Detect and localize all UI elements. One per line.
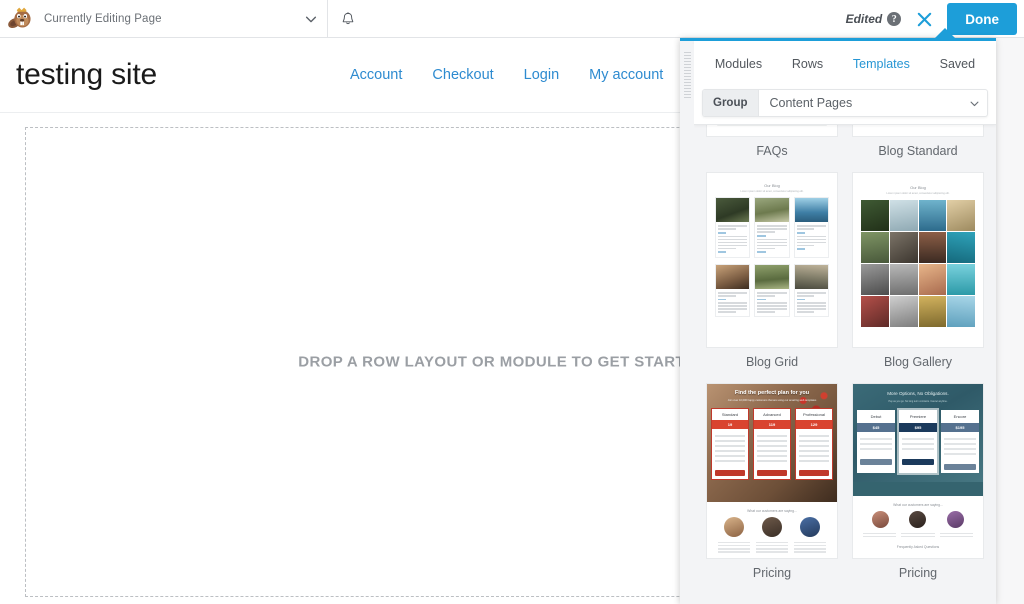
template-thumbnail: Our Blog Lorem ipsum dolor sit amet, con… xyxy=(852,172,984,348)
bell-icon[interactable] xyxy=(331,0,365,38)
templates-grid: FAQs Blog Standard Our Blog xyxy=(694,125,996,582)
thumb-hero-title: Find the perfect plan for you xyxy=(707,390,837,396)
thumb-hero-sub: Join over 10,000 happy customers that ar… xyxy=(725,399,819,402)
template-name: Blog Grid xyxy=(706,348,838,371)
beaver-logo-icon[interactable] xyxy=(0,0,40,38)
template-card-blog-grid[interactable]: Our Blog Lorem ipsum dolor sit amet, con… xyxy=(706,172,838,371)
template-thumbnail xyxy=(706,125,838,137)
admin-bar-divider xyxy=(327,0,328,38)
thumb-heading: Our Blog xyxy=(764,183,780,188)
drag-handle-icon[interactable] xyxy=(680,44,694,604)
thumb-testimonials-heading: What our customers are saying... xyxy=(710,506,834,517)
drop-zone-instruction: DROP A ROW LAYOUT OR MODULE TO GET START… xyxy=(298,354,706,371)
templates-scroll-region[interactable]: FAQs Blog Standard Our Blog xyxy=(694,125,996,604)
plan-price: $195 xyxy=(941,423,979,432)
template-card-blog-gallery[interactable]: Our Blog Lorem ipsum dolor sit amet, con… xyxy=(852,172,984,371)
done-button[interactable]: Done xyxy=(947,3,1017,35)
plan-name: Standard xyxy=(712,409,748,420)
thumb-heading: Our Blog xyxy=(910,185,926,190)
group-filter-label: Group xyxy=(703,90,759,116)
thumb-faq-heading: Frequently Asked Questions xyxy=(857,539,979,549)
plan-name: Advanced xyxy=(754,409,790,420)
site-title: testing site xyxy=(16,58,157,92)
template-name: Blog Standard xyxy=(852,137,984,160)
tab-saved[interactable]: Saved xyxy=(936,53,979,75)
template-card-pricing-1[interactable]: Find the perfect plan for you Join over … xyxy=(706,383,838,582)
template-thumbnail: More Options, No Obligations. Pay as you… xyxy=(852,383,984,559)
thumb-testimonials-heading: What our customers are saying... xyxy=(857,500,979,511)
edited-status-label: Edited xyxy=(846,12,883,26)
plan-price: $95 xyxy=(899,423,937,432)
nav-item-account[interactable]: Account xyxy=(350,67,402,83)
template-name: FAQs xyxy=(706,137,838,160)
template-card-faqs[interactable]: FAQs xyxy=(706,125,838,160)
plan-name: Premiere xyxy=(899,410,937,423)
thumb-hero-sub: Pay as you go. No long term contracts. C… xyxy=(874,400,962,403)
panel-tabs: Modules Rows Templates Saved xyxy=(694,41,996,87)
thumb-subheading: Lorem ipsum dolor sit amet, consectetur … xyxy=(712,188,832,193)
group-filter-value: Content Pages xyxy=(759,96,962,110)
tab-templates[interactable]: Templates xyxy=(849,53,914,75)
plan-price: 119 xyxy=(754,420,790,429)
template-thumbnail: Find the perfect plan for you Join over … xyxy=(706,383,838,559)
site-nav: Account Checkout Login My account Ne xyxy=(350,67,712,83)
template-thumbnail xyxy=(852,125,984,137)
template-name: Pricing xyxy=(706,559,838,582)
plan-price: 19 xyxy=(712,420,748,429)
panel-header: Modules Rows Templates Saved Group Conte… xyxy=(694,41,996,125)
template-name: Blog Gallery xyxy=(852,348,984,371)
group-filter-select[interactable]: Group Content Pages xyxy=(702,89,988,117)
nav-item-my-account[interactable]: My account xyxy=(589,67,663,83)
plan-name: Encore xyxy=(941,410,979,423)
template-card-blog-standard[interactable]: Blog Standard xyxy=(852,125,984,160)
thumb-hero-title: More Options, No Obligations. xyxy=(853,391,983,396)
panel-pointer-icon xyxy=(934,28,956,39)
plan-price: 129 xyxy=(796,420,832,429)
admin-bar: Currently Editing Page Edited ? Done xyxy=(0,0,1024,38)
template-name: Pricing xyxy=(852,559,984,582)
plan-name: Debut xyxy=(857,410,895,423)
tab-modules[interactable]: Modules xyxy=(711,53,766,75)
template-card-pricing-2[interactable]: More Options, No Obligations. Pay as you… xyxy=(852,383,984,582)
question-mark-icon[interactable]: ? xyxy=(887,12,901,26)
chevron-down-icon[interactable] xyxy=(961,98,987,109)
chevron-down-icon[interactable] xyxy=(295,0,327,38)
templates-panel: Modules Rows Templates Saved Group Conte… xyxy=(680,38,996,604)
nav-item-login[interactable]: Login xyxy=(524,67,559,83)
nav-item-checkout[interactable]: Checkout xyxy=(432,67,493,83)
tab-rows[interactable]: Rows xyxy=(788,53,827,75)
plan-name: Professional xyxy=(796,409,832,420)
template-thumbnail: Our Blog Lorem ipsum dolor sit amet, con… xyxy=(706,172,838,348)
plan-price: $45 xyxy=(857,423,895,432)
page-right-gutter xyxy=(996,38,1024,604)
editing-page-label: Currently Editing Page xyxy=(44,13,162,25)
thumb-subheading: Lorem ipsum dolor sit amet, consectetur … xyxy=(858,190,978,195)
